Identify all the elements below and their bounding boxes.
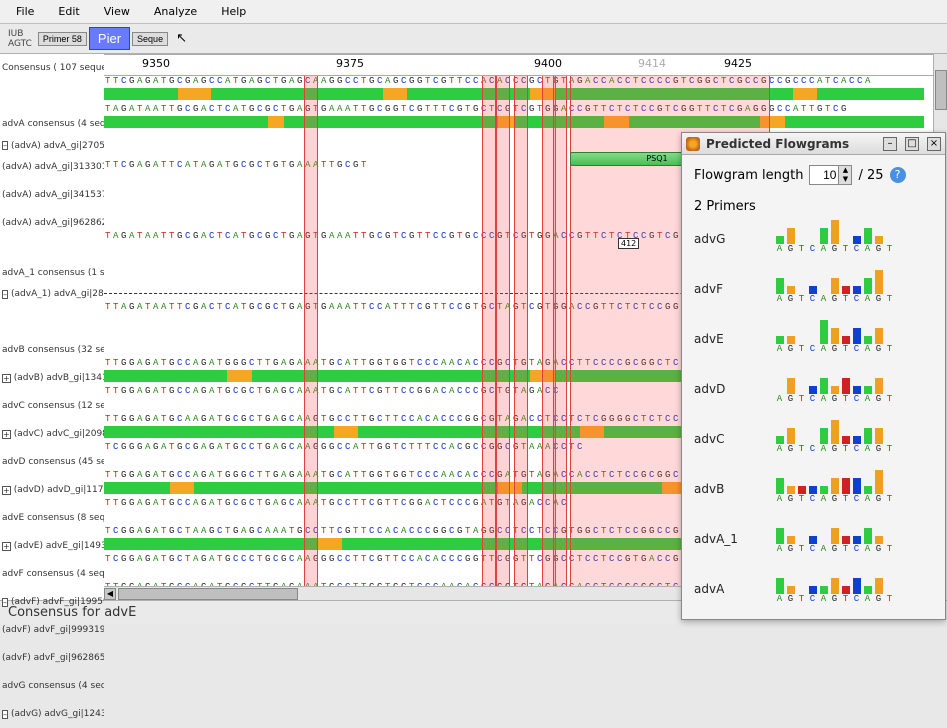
flowgram-row[interactable]: advB AGTCAGTCAGT (694, 474, 933, 504)
minimize-button[interactable]: – (883, 137, 897, 151)
flowgram-row-label: advE (694, 332, 754, 346)
flowgram-chart: AGTCAGTCAGT (774, 224, 895, 254)
primer-hit-column (514, 76, 528, 600)
close-button[interactable]: × (927, 137, 941, 151)
display-mode-label: IUB AGTC (4, 29, 36, 49)
spinner-up[interactable]: ▲ (839, 166, 851, 175)
sequence-label[interactable]: –(advA_1) advA_gi|2895900 (0, 280, 104, 308)
flowgram-row-label: advD (694, 382, 754, 396)
hscroll-thumb[interactable] (118, 588, 298, 600)
flowgram-title: Predicted Flowgrams (706, 137, 875, 151)
maximize-button[interactable]: □ (905, 137, 919, 151)
toolbar: IUB AGTC Primer 58 Pier Seque ↖ (0, 24, 947, 54)
flowgram-row-label: advC (694, 432, 754, 446)
tree-toggle-icon[interactable]: + (2, 486, 11, 495)
tree-toggle-icon[interactable]: – (2, 710, 8, 719)
sequence-labels-column: Consensus ( 107 sequences ) advA consens… (0, 54, 104, 600)
flowgram-row-label: advB (694, 482, 754, 496)
flowgram-row-label: advA_1 (694, 532, 754, 546)
sequence-label[interactable]: (advA) advA_gi|31330139m (0, 153, 104, 181)
sequence-label[interactable]: +(advE) advE_gi|14939530| (0, 532, 104, 560)
sequence-label[interactable]: +(advD) advD_gi|11795725 (0, 476, 104, 504)
ruler-tick: 9350 (142, 57, 170, 70)
flowgram-panel[interactable]: Predicted Flowgrams – □ × Flowgram lengt… (681, 132, 946, 620)
menu-help[interactable]: Help (209, 1, 258, 22)
ruler[interactable]: 9350 9375 9400 9414 9425 (104, 54, 947, 76)
flowgram-chart: AGTCAGTCAGT (774, 374, 895, 404)
sequence-label[interactable]: advD consensus (45 sequenc (0, 448, 104, 476)
pier-button[interactable]: Pier (89, 27, 130, 50)
menu-analyze[interactable]: Analyze (142, 1, 209, 22)
primer-hit-column (553, 76, 567, 600)
sequence-label[interactable]: –(advA) advA_gi|27050721| (0, 138, 104, 153)
flowgram-row-label: advG (694, 232, 754, 246)
sequence-label[interactable] (0, 308, 104, 336)
sequence-label[interactable]: advC consensus (12 sequenc (0, 392, 104, 420)
sequence-label[interactable]: (advF) advF_gi|96286533|nc (0, 644, 104, 672)
sequence-label[interactable]: advA consensus (4 sequence (0, 110, 104, 138)
ruler-tick: 9375 (336, 57, 364, 70)
ruler-tick: 9425 (724, 57, 752, 70)
flowgram-row[interactable]: advG AGTCAGTCAGT (694, 224, 933, 254)
flowgram-chart: AGTCAGTCAGT (774, 474, 895, 504)
flowgram-chart: AGTCAGTCAGT (774, 274, 895, 304)
primers-count-label: 2 Primers (694, 199, 933, 214)
sequence-label[interactable]: (advA) advA_gi|96286211|nc (0, 209, 104, 237)
flowgram-chart: AGTCAGTCAGT (774, 524, 895, 554)
menu-view[interactable]: View (92, 1, 142, 22)
tree-toggle-icon[interactable]: + (2, 374, 11, 383)
sequence-label[interactable]: (advF) advF_gi|99931942| (0, 616, 104, 644)
menu-edit[interactable]: Edit (46, 1, 91, 22)
menu-bar: File Edit View Analyze Help (0, 0, 947, 24)
flowgram-chart: AGTCAGTCAGT (774, 424, 895, 454)
position-marker: 412 (618, 238, 639, 249)
tree-toggle-icon[interactable]: – (2, 290, 8, 299)
flowgram-titlebar[interactable]: Predicted Flowgrams – □ × (682, 133, 945, 155)
scroll-left-arrow[interactable]: ◀ (104, 588, 116, 600)
flowgram-length-total: / 25 (858, 168, 883, 183)
flowgram-row-label: advA (694, 582, 754, 596)
flowgram-chart: AGTCAGTCAGT (774, 324, 895, 354)
sequence-label[interactable] (0, 82, 104, 110)
flowgram-row[interactable]: advA AGTCAGTCAGT (694, 574, 933, 604)
sequence-label[interactable]: advB consensus (32 sequenc (0, 336, 104, 364)
sequence-label[interactable]: +(advC) advC_gi|20981119| (0, 420, 104, 448)
primer-button[interactable]: Primer 58 (38, 32, 87, 46)
sequence-label[interactable]: advE consensus (8 sequence (0, 504, 104, 532)
sequence-label[interactable] (0, 237, 104, 265)
flowgram-length-label: Flowgram length (694, 168, 803, 183)
cursor-icon: ↖ (176, 31, 187, 46)
primer-hit-column (304, 76, 318, 600)
sequence-label[interactable]: advG consensus (4 sequence (0, 672, 104, 700)
tree-toggle-icon[interactable]: + (2, 542, 11, 551)
sequence-label[interactable]: +(advB) advB_gi|13410549| (0, 364, 104, 392)
flowgram-row[interactable]: advD AGTCAGTCAGT (694, 374, 933, 404)
primer-hit-column (496, 76, 510, 600)
primer-hit-column (482, 76, 496, 600)
flowgram-row[interactable]: advA_1 AGTCAGTCAGT (694, 524, 933, 554)
spinner-down[interactable]: ▼ (839, 175, 851, 184)
sequence-label[interactable]: advF consensus (4 sequence (0, 560, 104, 588)
java-icon (686, 137, 700, 151)
tree-toggle-icon[interactable]: + (2, 430, 11, 439)
flowgram-row[interactable]: advC AGTCAGTCAGT (694, 424, 933, 454)
sequence-label[interactable]: Consensus ( 107 sequences ) (0, 54, 104, 82)
vscroll-thumb[interactable] (935, 70, 947, 110)
seque-button[interactable]: Seque (132, 32, 168, 46)
flowgram-chart: AGTCAGTCAGT (774, 574, 895, 604)
tree-toggle-icon[interactable]: – (2, 141, 8, 150)
flowgram-row-label: advF (694, 282, 754, 296)
flowgram-length-spinner[interactable]: ▲ ▼ (809, 165, 852, 185)
menu-file[interactable]: File (4, 1, 46, 22)
help-icon[interactable]: ? (890, 167, 906, 183)
ruler-tick: 9414 (638, 57, 666, 70)
ruler-tick: 9400 (534, 57, 562, 70)
flowgram-length-input[interactable] (810, 166, 838, 184)
sequence-label[interactable]: –(advG) advG_gi|12437582| (0, 700, 104, 728)
flowgram-row[interactable]: advF AGTCAGTCAGT (694, 274, 933, 304)
flowgram-row[interactable]: advE AGTCAGTCAGT (694, 324, 933, 354)
sequence-label[interactable]: advA_1 consensus (1 sequen (0, 265, 104, 280)
sequence-label[interactable]: (advA) advA_gi|34153738| (0, 181, 104, 209)
